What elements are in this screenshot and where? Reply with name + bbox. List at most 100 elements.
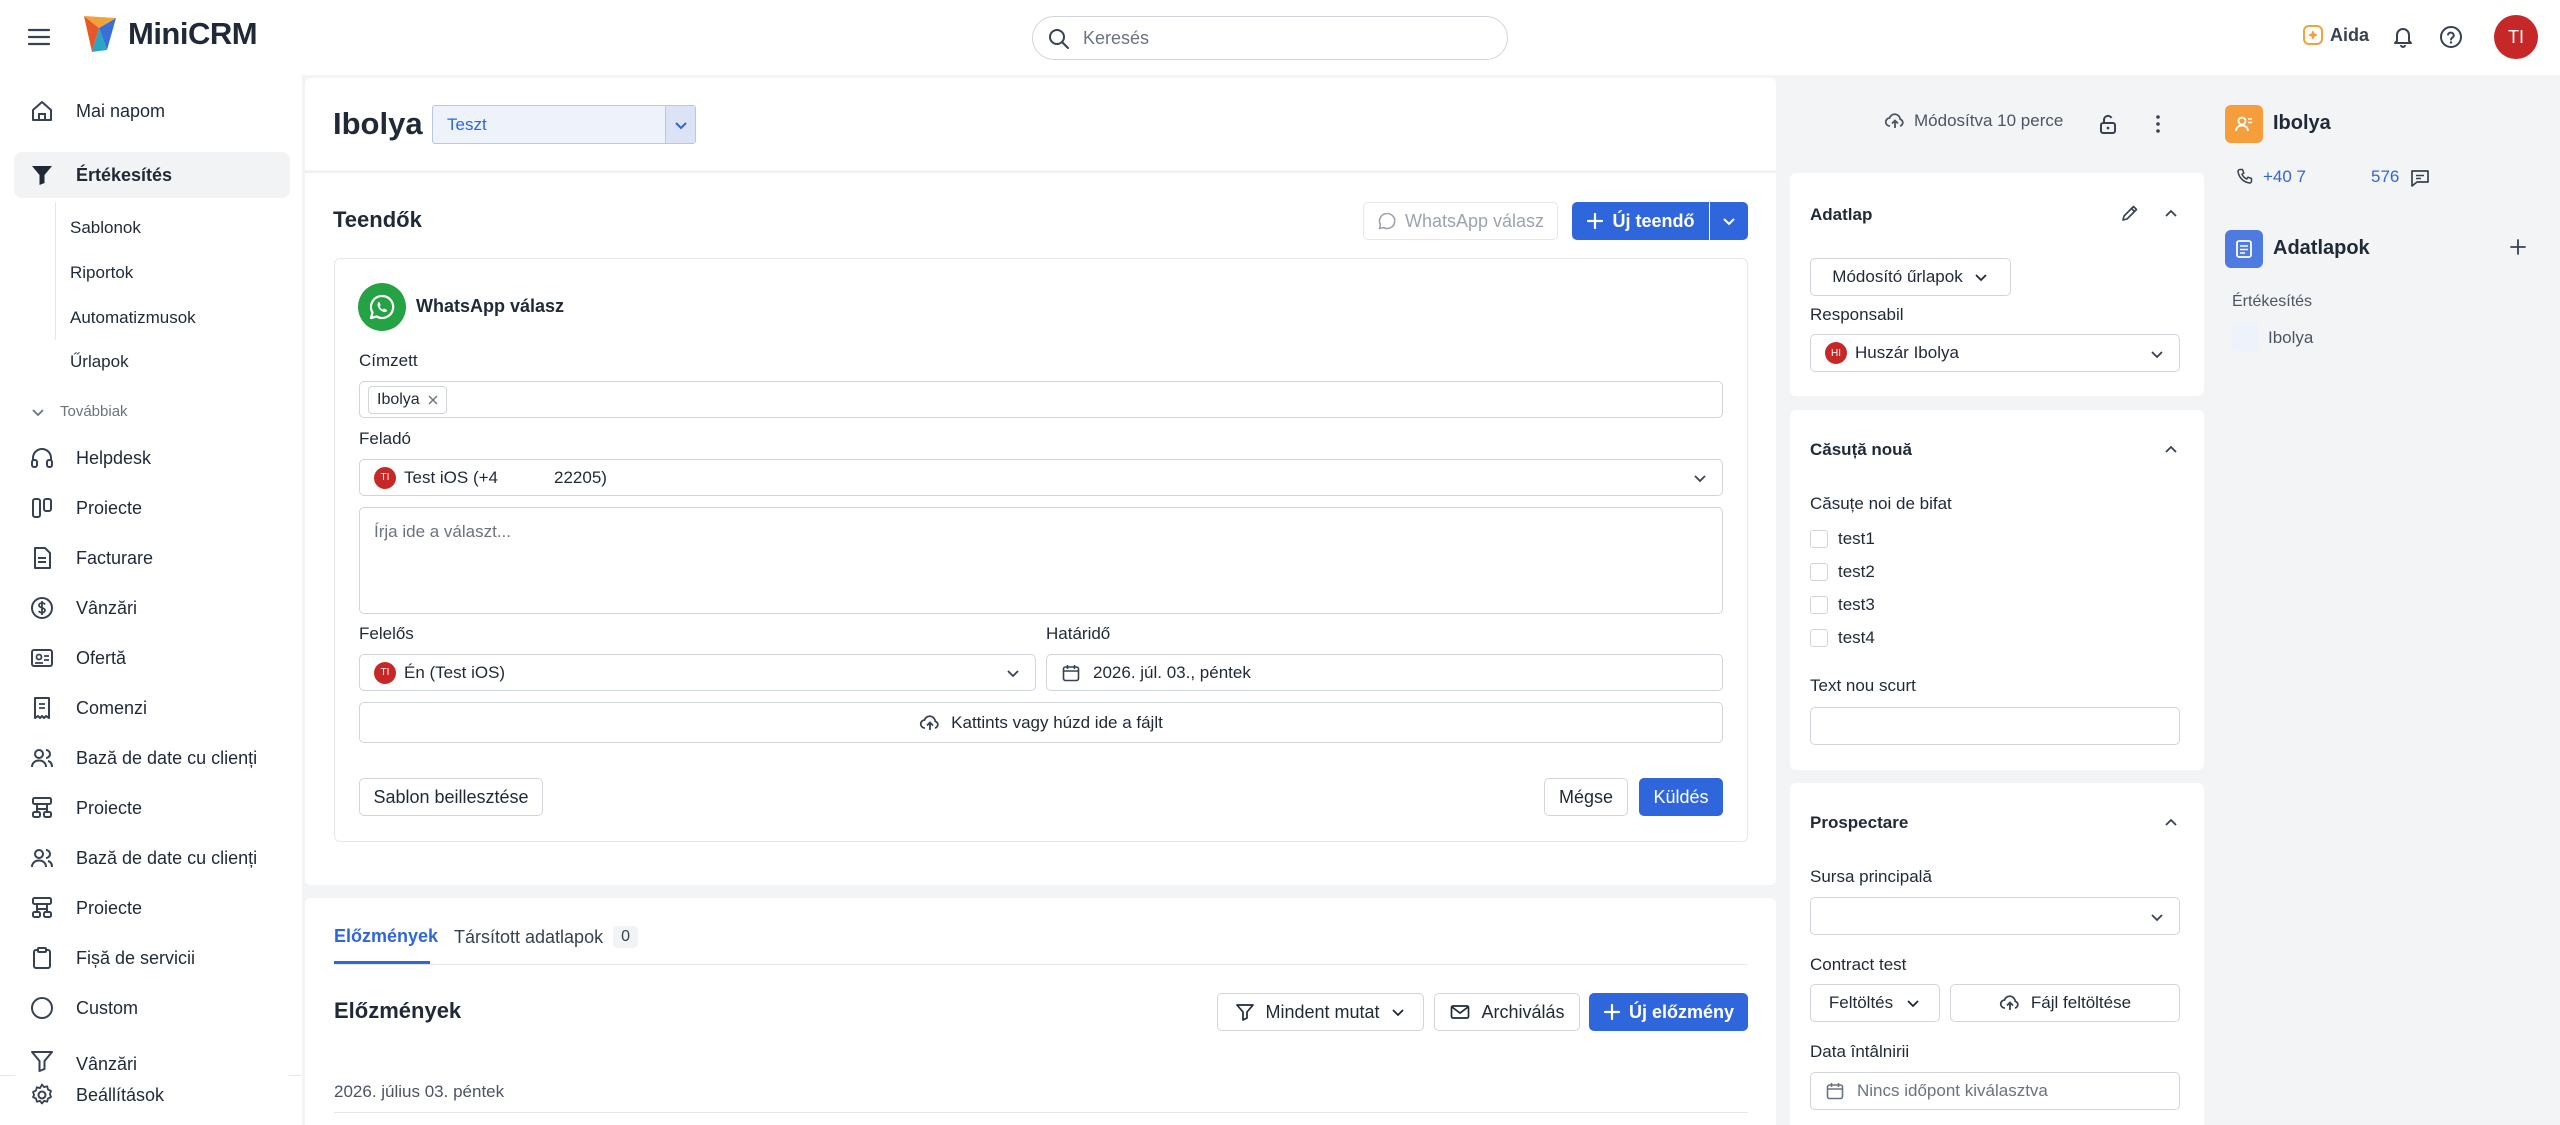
sidebar-item-mai-napom[interactable]: Mai napom	[14, 88, 290, 134]
subnav-automatizmusok[interactable]: Automatizmusok	[70, 308, 196, 328]
page-title: Ibolya	[333, 106, 423, 141]
aida-button[interactable]: Aida	[2302, 24, 2369, 46]
datasheet-title: Adatlap	[1810, 205, 1873, 224]
sidebar-item-proiecte-3[interactable]: Proiecte	[14, 885, 290, 931]
chevron-down-icon	[1721, 213, 1737, 229]
deadline-label: Határidő	[1046, 624, 1111, 643]
filter-button[interactable]: Mindent mutat	[1217, 993, 1424, 1031]
subnav-urlapok[interactable]: Űrlapok	[70, 352, 129, 372]
meeting-date-field[interactable]: Nincs időpont kiválasztva	[1810, 1072, 2180, 1110]
checkbox-test1[interactable]: test1	[1810, 529, 1875, 549]
user-avatar[interactable]: TI	[2494, 15, 2538, 59]
close-icon[interactable]	[428, 395, 438, 405]
short-text-input[interactable]	[1810, 707, 2180, 745]
cancel-button[interactable]: Mégse	[1544, 778, 1628, 816]
notification-bell-icon[interactable]	[2390, 24, 2416, 50]
document-icon	[28, 544, 56, 572]
responsible-select[interactable]: HI Huszár Ibolya	[1810, 334, 2180, 372]
whatsapp-reply-button[interactable]: WhatsApp válasz	[1363, 202, 1558, 240]
edit-icon[interactable]	[2120, 203, 2140, 223]
new-box-card: Căsuță nouă Căsuțe noi de bifat test1 te…	[1790, 410, 2204, 770]
chevron-down-icon	[1973, 269, 1989, 285]
more-vertical-icon[interactable]	[2146, 112, 2170, 136]
contact-person-icon	[2225, 105, 2263, 143]
sidebar-item-beallitasok[interactable]: Beállítások	[14, 1072, 290, 1118]
modifying-forms-dropdown[interactable]: Módosító űrlapok	[1810, 258, 2011, 296]
sidebar-item-label: Custom	[76, 997, 139, 1018]
sidebar-item-label: Bază de date cu clienți	[76, 847, 258, 868]
order-icon	[28, 694, 56, 722]
add-datasheet-icon[interactable]	[2508, 237, 2528, 257]
dollar-circle-icon	[28, 594, 56, 622]
columns-icon	[28, 494, 56, 522]
upload-dropdown[interactable]: Feltöltés	[1810, 984, 1940, 1022]
checkbox-box[interactable]	[1810, 629, 1828, 647]
checkbox-test4[interactable]: test4	[1810, 628, 1875, 648]
send-button[interactable]: Küldés	[1639, 778, 1723, 816]
sidebar-item-proiecte-2[interactable]: Proiecte	[14, 785, 290, 831]
chevron-down-icon	[1905, 995, 1921, 1011]
message-textarea[interactable]: Írja ide a választ...	[359, 507, 1723, 614]
sidebar-item-helpdesk[interactable]: Helpdesk	[14, 435, 290, 481]
status-select[interactable]: Teszt	[432, 105, 696, 144]
owner-select[interactable]: TI Én (Test iOS)	[359, 654, 1036, 691]
chevron-up-icon[interactable]	[2162, 814, 2180, 832]
checkbox-label: test1	[1838, 529, 1875, 548]
checkbox-box[interactable]	[1810, 596, 1828, 614]
sidebar-item-vanzari[interactable]: Vânzări	[14, 585, 290, 631]
sender-select[interactable]: TI Test iOS (+4 22205)	[359, 459, 1723, 496]
sidebar-item-label: Comenzi	[76, 697, 148, 718]
help-icon[interactable]	[2438, 24, 2464, 50]
insert-template-button[interactable]: Sablon beillesztése	[359, 778, 543, 816]
sidebar-item-fisa-de-servicii[interactable]: Fișă de servicii	[14, 935, 290, 981]
sidebar-item-oferta[interactable]: Ofertă	[14, 635, 290, 681]
sidebar-item-facturare[interactable]: Facturare	[14, 535, 290, 581]
checkbox-box[interactable]	[1810, 563, 1828, 581]
checkbox-test3[interactable]: test3	[1810, 595, 1875, 615]
chevron-up-icon[interactable]	[2162, 441, 2180, 459]
file-upload-button[interactable]: Fájl feltöltése	[1950, 984, 2180, 1022]
search-icon	[1047, 27, 1071, 51]
app-logo[interactable]: MiniCRM	[80, 14, 258, 54]
cloud-upload-icon	[919, 712, 941, 734]
archive-button[interactable]: Archiválás	[1434, 993, 1580, 1031]
sidebar-item-proiecte[interactable]: Proiecte	[14, 485, 290, 531]
minicrm-logo-icon	[80, 14, 118, 54]
recipient-field[interactable]: Ibolya	[359, 381, 1723, 418]
prospecting-title: Prospectare	[1810, 813, 1909, 832]
sidebar-item-label: Vânzări	[76, 597, 138, 618]
file-dropzone[interactable]: Kattints vagy húzd ide a fájlt	[359, 702, 1723, 743]
datasheets-category: Értékesítés	[2232, 293, 2313, 310]
unlock-icon[interactable]	[2096, 112, 2120, 136]
sidebar-item-ertekesites[interactable]: Értékesítés	[14, 152, 290, 198]
chevron-down-icon	[1390, 1004, 1406, 1020]
sidebar-item-custom[interactable]: Custom	[14, 985, 290, 1031]
sidebar-item-baza-de-date[interactable]: Bază de date cu clienți	[14, 735, 290, 781]
more-section-toggle[interactable]: Továbbiak	[30, 403, 128, 420]
sidebar-item-vanzari-2[interactable]: Vânzări	[14, 1035, 290, 1075]
datasheet-item-ibolya[interactable]: Ibolya	[2268, 328, 2313, 348]
subnav-sablonok[interactable]: Sablonok	[70, 218, 141, 238]
gear-icon	[28, 1081, 56, 1109]
contact-name[interactable]: Ibolya	[2273, 112, 2331, 135]
message-icon[interactable]	[2409, 167, 2431, 189]
datasheets-title: Adatlapok	[2273, 237, 2370, 259]
new-history-button[interactable]: Új előzmény	[1589, 993, 1748, 1031]
sidebar-item-baza-de-date-2[interactable]: Bază de date cu clienți	[14, 835, 290, 881]
tab-history[interactable]: Előzmények	[334, 926, 438, 947]
sidebar-item-label: Proiecte	[76, 797, 143, 818]
sidebar-item-comenzi[interactable]: Comenzi	[14, 685, 290, 731]
checkbox-test2[interactable]: test2	[1810, 562, 1875, 582]
main-source-select[interactable]	[1810, 897, 2180, 935]
menu-icon[interactable]	[26, 24, 52, 50]
search-input[interactable]: Keresés	[1032, 16, 1508, 60]
new-task-dropdown-button[interactable]	[1710, 202, 1748, 240]
new-task-button[interactable]: Új teendő	[1572, 202, 1709, 240]
checkbox-box[interactable]	[1810, 530, 1828, 548]
deadline-field[interactable]: 2026. júl. 03., péntek	[1046, 654, 1723, 691]
chevron-up-icon[interactable]	[2162, 205, 2180, 223]
contact-phone-link[interactable]: +40 7 576	[2263, 167, 2399, 187]
subnav-riportok[interactable]: Riportok	[70, 263, 133, 283]
tab-linked-sheets[interactable]: Társított adatlapok 0	[454, 926, 638, 948]
chevron-down-icon	[30, 404, 46, 420]
